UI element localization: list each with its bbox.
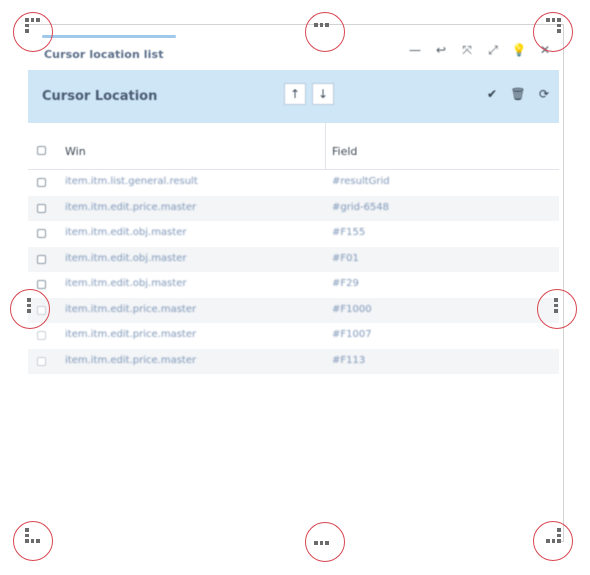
resize-handle-bottom[interactable] — [305, 522, 345, 562]
grip-dots-icon — [25, 528, 40, 543]
cell-win: item.itm.edit.obj.master — [65, 227, 187, 238]
cell-field: #grid-6548 — [332, 201, 390, 213]
resize-handle-left[interactable] — [10, 289, 50, 329]
check-icon[interactable]: ✔ — [485, 87, 499, 101]
select-all-checkbox[interactable] — [37, 146, 46, 155]
resize-handle-right[interactable] — [537, 289, 577, 329]
resize-handle-top-left[interactable] — [13, 12, 53, 52]
minimize-icon[interactable]: — — [407, 42, 423, 58]
row-checkbox[interactable] — [37, 229, 46, 238]
cell-field: #F155 — [332, 227, 366, 238]
resize-handle-top[interactable] — [305, 12, 345, 52]
column-header-field[interactable]: Field — [332, 145, 357, 158]
resize-handle-bottom-right[interactable] — [533, 521, 573, 561]
cell-win: item.itm.edit.price.master — [65, 201, 197, 213]
table-row[interactable]: item.itm.edit.price.master #grid-6548 — [28, 195, 559, 221]
grip-dots-icon — [554, 298, 558, 313]
column-divider[interactable] — [325, 123, 326, 169]
trash-icon[interactable]: 🗑 — [510, 87, 525, 101]
move-down-button[interactable]: ↓ — [312, 83, 334, 105]
table-row[interactable]: item.itm.edit.obj.master #F155 — [28, 221, 559, 247]
cell-field: #F01 — [332, 252, 359, 264]
header-actions: ✔ 🗑 ⟳ — [485, 87, 551, 101]
window-controls: — ↩ ⤧ ⤢ 💡 ✕ — [407, 42, 553, 58]
cell-field: #F1000 — [332, 303, 372, 315]
cursor-location-window: Cursor location list — ↩ ⤧ ⤢ 💡 ✕ Cursor … — [28, 28, 559, 542]
column-header-win[interactable]: Win — [65, 145, 86, 158]
expand-icon[interactable]: ⤢ — [485, 42, 501, 58]
cell-field: #resultGrid — [332, 176, 390, 187]
table-row[interactable]: item.itm.edit.obj.master #F01 — [28, 246, 559, 272]
row-checkbox[interactable] — [37, 178, 46, 187]
move-up-button[interactable]: ↑ — [284, 83, 306, 105]
shrink-icon[interactable]: ⤧ — [459, 42, 475, 58]
grip-dots-icon — [314, 541, 329, 545]
cell-win: item.itm.edit.obj.master — [65, 278, 187, 289]
table-row[interactable]: item.itm.edit.price.master #F113 — [28, 348, 559, 374]
row-checkbox[interactable] — [37, 331, 46, 340]
stage: Cursor location list — ↩ ⤧ ⤢ 💡 ✕ Cursor … — [0, 0, 590, 575]
refresh-icon[interactable]: ⟳ — [537, 87, 551, 101]
table-row[interactable]: item.itm.edit.obj.master #F29 — [28, 272, 559, 298]
table-row[interactable]: item.itm.edit.price.master #F1007 — [28, 323, 559, 349]
grip-dots-icon — [27, 298, 31, 313]
row-checkbox[interactable] — [37, 356, 46, 366]
panel-title: Cursor Location — [42, 89, 158, 104]
cell-win: item.itm.edit.price.master — [65, 303, 197, 315]
resize-handle-bottom-left[interactable] — [13, 521, 53, 561]
cell-field: #F113 — [332, 354, 366, 366]
cell-win: item.itm.edit.obj.master — [65, 252, 187, 264]
window-title: Cursor location list — [44, 48, 164, 61]
row-checkbox[interactable] — [37, 280, 46, 289]
cursor-location-grid: Win Field item.itm.list.general.result #… — [28, 123, 559, 374]
grip-dots-icon — [25, 18, 40, 33]
panel-header: Cursor Location ↑ ↓ ✔ 🗑 ⟳ — [28, 70, 559, 123]
undo-icon[interactable]: ↩ — [433, 42, 449, 58]
table-row[interactable]: item.itm.list.general.result #resultGrid — [28, 170, 559, 196]
cell-win: item.itm.list.general.result — [65, 176, 198, 187]
lightbulb-icon[interactable]: 💡 — [511, 42, 527, 58]
resize-handle-top-right[interactable] — [533, 12, 573, 52]
grid-body: item.itm.list.general.result #resultGrid… — [28, 170, 559, 374]
row-checkbox[interactable] — [37, 203, 46, 213]
cell-win: item.itm.edit.price.master — [65, 329, 197, 340]
cell-field: #F1007 — [332, 329, 372, 340]
table-row[interactable]: item.itm.edit.price.master #F1000 — [28, 297, 559, 323]
window-titlebar[interactable]: Cursor location list — ↩ ⤧ ⤢ 💡 ✕ — [28, 28, 559, 70]
cell-field: #F29 — [332, 278, 359, 289]
grip-dots-icon — [546, 18, 561, 33]
grip-dots-icon — [314, 23, 329, 27]
grip-dots-icon — [546, 528, 561, 543]
cell-win: item.itm.edit.price.master — [65, 354, 197, 366]
title-tab-indicator — [42, 35, 176, 38]
row-checkbox[interactable] — [37, 254, 46, 264]
grid-header-row: Win Field — [28, 123, 559, 170]
